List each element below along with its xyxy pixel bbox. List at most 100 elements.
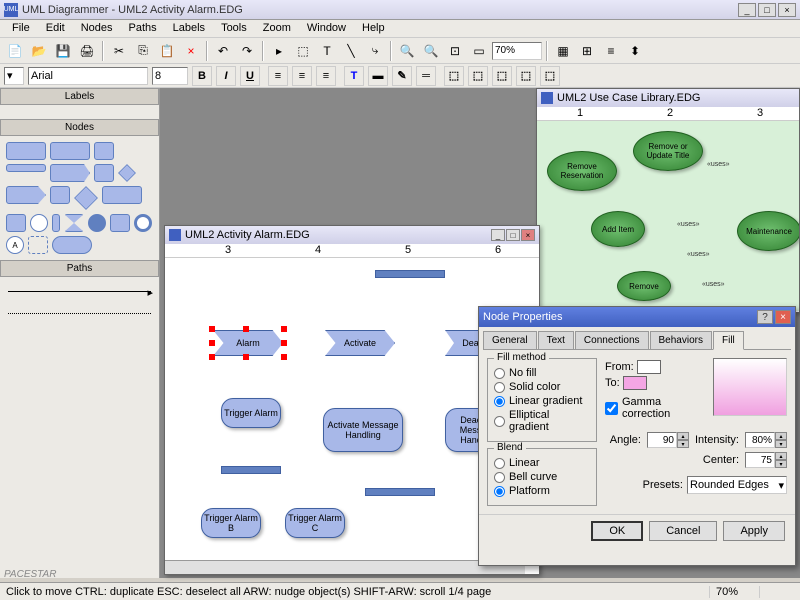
shape-bar-v[interactable]	[52, 214, 60, 232]
menu-file[interactable]: File	[4, 20, 38, 37]
menu-zoom[interactable]: Zoom	[255, 20, 299, 37]
tab-text[interactable]: Text	[538, 331, 574, 349]
menu-edit[interactable]: Edit	[38, 20, 73, 37]
redo-icon[interactable]: ↷	[236, 40, 258, 62]
zoom-in-icon[interactable]: 🔍	[396, 40, 418, 62]
shape-dashed[interactable]	[28, 236, 48, 254]
align-right-icon[interactable]: ≡	[316, 66, 336, 86]
shape-rounded[interactable]	[52, 236, 92, 254]
shape-target[interactable]	[134, 214, 152, 232]
italic-button[interactable]: I	[216, 66, 236, 86]
path-solid[interactable]: ▸	[8, 291, 151, 305]
shape-circle-o[interactable]	[30, 214, 48, 232]
dialog-close-button[interactable]: ×	[775, 310, 791, 324]
maximize-button[interactable]: □	[758, 3, 776, 17]
font-combo[interactable]: Arial	[28, 67, 148, 85]
node-activate-msg[interactable]: Activate Message Handling	[323, 408, 403, 452]
to-swatch[interactable]	[623, 376, 647, 390]
doc-max-button[interactable]: □	[506, 229, 520, 241]
new-icon[interactable]: 📄	[4, 40, 26, 62]
menu-nodes[interactable]: Nodes	[73, 20, 121, 37]
shape-bars[interactable]	[110, 214, 130, 232]
intensity-spinner[interactable]: ▴▾	[745, 432, 787, 448]
node-trigger-b[interactable]: Trigger Alarm B	[201, 508, 261, 538]
radio-elliptical[interactable]: Elliptical gradient	[494, 409, 590, 433]
menu-help[interactable]: Help	[354, 20, 393, 37]
tab-general[interactable]: General	[483, 331, 537, 349]
shape-note[interactable]	[50, 186, 70, 204]
tab-connections[interactable]: Connections	[575, 331, 649, 349]
minimize-button[interactable]: _	[738, 3, 756, 17]
fontsize-combo[interactable]: 8	[152, 67, 188, 85]
shape-hourglass[interactable]	[64, 214, 84, 232]
line-icon[interactable]: ╲	[340, 40, 362, 62]
group2-icon[interactable]: ⬚	[468, 66, 488, 86]
shape-tag[interactable]	[6, 214, 26, 232]
select-icon[interactable]: ⬚	[292, 40, 314, 62]
fork-bar[interactable]	[375, 270, 445, 278]
align-center-icon[interactable]: ≡	[292, 66, 312, 86]
zoom-out-icon[interactable]: 🔍	[420, 40, 442, 62]
linecolor-icon[interactable]: ✎	[392, 66, 412, 86]
open-icon[interactable]: 📂	[28, 40, 50, 62]
menu-paths[interactable]: Paths	[121, 20, 165, 37]
hscrollbar[interactable]	[165, 560, 525, 574]
menu-window[interactable]: Window	[299, 20, 354, 37]
copy-icon[interactable]: ⎘	[132, 40, 154, 62]
group3-icon[interactable]: ⬚	[492, 66, 512, 86]
from-swatch[interactable]	[637, 360, 661, 374]
delete-icon[interactable]: ×	[180, 40, 202, 62]
shape-diamond-s[interactable]	[118, 164, 136, 182]
bold-button[interactable]: B	[192, 66, 212, 86]
usecase-remove[interactable]: Remove	[617, 271, 671, 301]
radio-linear[interactable]: Linear gradient	[494, 395, 590, 407]
paste-icon[interactable]: 📋	[156, 40, 178, 62]
group5-icon[interactable]: ⬚	[540, 66, 560, 86]
shape-circle-f[interactable]	[88, 214, 106, 232]
radio-blend-bell[interactable]: Bell curve	[494, 471, 590, 483]
style-combo[interactable]: ▾	[4, 67, 24, 85]
fillcolor-icon[interactable]: ▬	[368, 66, 388, 86]
shape-chevron[interactable]	[50, 164, 90, 182]
cut-icon[interactable]: ✂	[108, 40, 130, 62]
group1-icon[interactable]: ⬚	[444, 66, 464, 86]
apply-button[interactable]: Apply	[723, 521, 785, 541]
gamma-checkbox[interactable]: Gamma correction	[605, 396, 707, 420]
connector-icon[interactable]: ⤷	[364, 40, 386, 62]
shape-square[interactable]	[94, 142, 114, 160]
node-trigger-c[interactable]: Trigger Alarm C	[285, 508, 345, 538]
snap-icon[interactable]: ⊞	[576, 40, 598, 62]
shape-bar[interactable]	[6, 164, 46, 172]
tab-fill[interactable]: Fill	[713, 331, 744, 350]
path-dotted[interactable]	[8, 313, 151, 327]
doc-min-button[interactable]: _	[491, 229, 505, 241]
usecase-maintenance[interactable]: Maintenance	[737, 211, 799, 251]
linewidth-icon[interactable]: ═	[416, 66, 436, 86]
presets-combo[interactable]: Rounded Edges▾	[687, 476, 787, 494]
shape-arrow[interactable]	[6, 186, 46, 204]
node-trigger-alarm[interactable]: Trigger Alarm	[221, 398, 281, 428]
align-icon[interactable]: ≡	[600, 40, 622, 62]
text-icon[interactable]: T	[316, 40, 338, 62]
tab-behaviors[interactable]: Behaviors	[650, 331, 712, 349]
align-left-icon[interactable]: ≡	[268, 66, 288, 86]
zoom-combo[interactable]	[492, 42, 542, 60]
node-activate[interactable]: Activate	[325, 330, 395, 356]
print-icon[interactable]: 🖨	[76, 40, 98, 62]
shape-circle-a[interactable]: A	[6, 236, 24, 254]
menu-tools[interactable]: Tools	[213, 20, 255, 37]
help-button[interactable]: ?	[757, 310, 773, 324]
node-alarm[interactable]: Alarm	[213, 330, 283, 356]
doc-close-button[interactable]: ×	[521, 229, 535, 241]
shape-rect[interactable]	[6, 142, 46, 160]
shape-end[interactable]	[94, 164, 114, 182]
underline-button[interactable]: U	[240, 66, 260, 86]
fork-bar-2[interactable]	[221, 466, 281, 474]
menu-labels[interactable]: Labels	[165, 20, 213, 37]
radio-blend-platform[interactable]: Platform	[494, 485, 590, 497]
usecase-remove-res[interactable]: Remove Reservation	[547, 151, 617, 191]
textcolor-icon[interactable]: T	[344, 66, 364, 86]
radio-blend-linear[interactable]: Linear	[494, 457, 590, 469]
arrange-icon[interactable]: ⬍	[624, 40, 646, 62]
shape-rect2[interactable]	[50, 142, 90, 160]
